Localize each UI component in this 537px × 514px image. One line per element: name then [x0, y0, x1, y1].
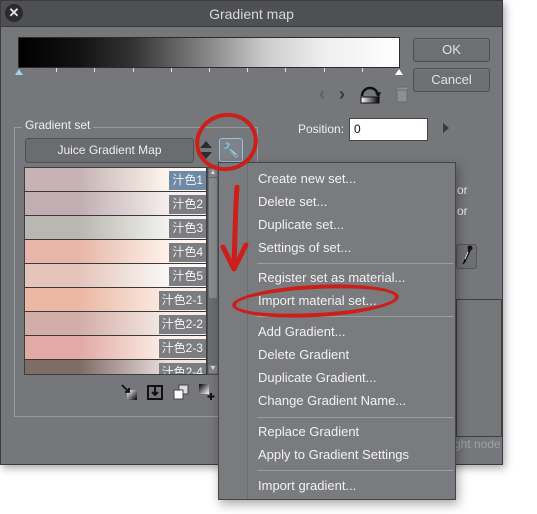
- gradient-tick: [132, 68, 134, 72]
- set-context-menu: Create new set... Delete set... Duplicate …: [218, 162, 456, 500]
- menu-separator: [257, 417, 453, 418]
- gradient-name: 汁色2-3: [158, 339, 206, 358]
- gradient-ticks: [18, 68, 400, 74]
- gradient-tick: [170, 68, 172, 72]
- trash-icon[interactable]: [395, 85, 409, 103]
- gradient-list-item[interactable]: 汁色5: [25, 264, 206, 288]
- gradient-list-item[interactable]: 汁色3: [25, 216, 206, 240]
- gradient-name: 汁色1: [169, 171, 206, 190]
- gradient-tick: [361, 68, 363, 72]
- scroll-thumb[interactable]: [209, 178, 217, 298]
- scroll-down-icon[interactable]: ▼: [209, 365, 217, 373]
- dialog-title: Gradient map: [209, 6, 294, 22]
- menu-item-change-gradient-name[interactable]: Change Gradient Name...: [258, 393, 406, 408]
- gradient-list-item[interactable]: 汁色4: [25, 240, 206, 264]
- gradient-name: 汁色4: [169, 243, 206, 262]
- gradient-name: 汁色3: [169, 219, 206, 238]
- gradient-tick: [209, 68, 210, 72]
- gradient-set-dropdown[interactable]: Juice Gradient Map: [25, 138, 194, 163]
- gradient-tick: [94, 68, 96, 72]
- gradient-list-item[interactable]: 汁色2-4: [25, 360, 206, 374]
- menu-item-delete-gradient[interactable]: Delete Gradient: [258, 347, 349, 362]
- gradient-name: 汁色2-2: [158, 315, 206, 334]
- eyedropper-icon: [462, 245, 472, 265]
- menu-item-import-gradient[interactable]: Import gradient...: [258, 478, 356, 493]
- gradient-name: 汁色2: [169, 195, 206, 214]
- gradient-tick: [56, 68, 58, 72]
- duplicate-gradient-icon[interactable]: [173, 384, 189, 400]
- color-stop-left[interactable]: [15, 69, 23, 75]
- node-preview-box: [456, 299, 502, 437]
- gradient-set-label: Gradient set: [22, 118, 94, 132]
- reverse-gradient-icon[interactable]: [359, 84, 381, 104]
- gradient-name: 汁色2-4: [158, 363, 206, 374]
- gradient-preview-bar[interactable]: [18, 37, 400, 68]
- menu-separator: [257, 263, 453, 264]
- annotation-arrow-down: [220, 185, 249, 272]
- ok-button[interactable]: OK: [413, 38, 490, 62]
- menu-item-apply-to-gradient-settings[interactable]: Apply to Gradient Settings: [258, 447, 409, 462]
- menu-item-register-set-as-material[interactable]: Register set as material...: [258, 270, 405, 285]
- title-bar: ✕ Gradient map: [1, 1, 502, 27]
- menu-item-add-gradient[interactable]: Add Gradient...: [258, 324, 345, 339]
- hint-text-fragment: ght node: [454, 437, 501, 451]
- menu-item-settings-of-set[interactable]: Settings of set...: [258, 240, 351, 255]
- gradient-list-toolbar: [121, 384, 215, 400]
- gradient-node-toolbar: ‹ ›: [319, 83, 409, 105]
- gradient-list-item[interactable]: 汁色2-3: [25, 336, 206, 360]
- gradient-list-item[interactable]: 汁色2-2: [25, 312, 206, 336]
- cancel-button[interactable]: Cancel: [413, 68, 490, 92]
- color-stop-right[interactable]: [395, 69, 403, 75]
- gradient-tick: [323, 68, 325, 72]
- position-label: Position:: [298, 122, 345, 136]
- gradient-list-item[interactable]: 汁色2-1: [25, 288, 206, 312]
- chevron-right-icon[interactable]: ›: [339, 84, 345, 105]
- gradient-list-item[interactable]: 汁色1: [25, 168, 206, 192]
- import-gradient-icon[interactable]: [121, 384, 137, 400]
- gradient-tick: [285, 68, 287, 72]
- add-gradient-icon[interactable]: [199, 384, 215, 400]
- menu-item-delete-set[interactable]: Delete set...: [258, 194, 327, 209]
- replace-gradient-icon[interactable]: [147, 384, 163, 400]
- menu-item-duplicate-gradient[interactable]: Duplicate Gradient...: [258, 370, 377, 385]
- side-label-fragment: or: [457, 183, 468, 197]
- gradient-tick: [247, 68, 249, 72]
- gradient-list-item[interactable]: 汁色2: [25, 192, 206, 216]
- gradient-name: 汁色2-1: [158, 291, 206, 310]
- menu-item-duplicate-set[interactable]: Duplicate set...: [258, 217, 344, 232]
- position-arrow-icon[interactable]: [443, 123, 449, 133]
- menu-separator: [257, 470, 453, 471]
- eyedropper-button[interactable]: [456, 244, 477, 269]
- side-label-fragment: or: [457, 204, 468, 218]
- position-input[interactable]: 0: [349, 118, 428, 141]
- menu-item-replace-gradient[interactable]: Replace Gradient: [258, 424, 359, 439]
- menu-item-create-new-set[interactable]: Create new set...: [258, 171, 356, 186]
- chevron-left-icon[interactable]: ‹: [319, 84, 325, 105]
- gradient-name: 汁色5: [169, 267, 206, 286]
- gradient-list: 汁色1 汁色2 汁色3 汁色4 汁色5 汁色2-1 汁色2-2 汁色2-3 汁色2-4: [24, 167, 207, 375]
